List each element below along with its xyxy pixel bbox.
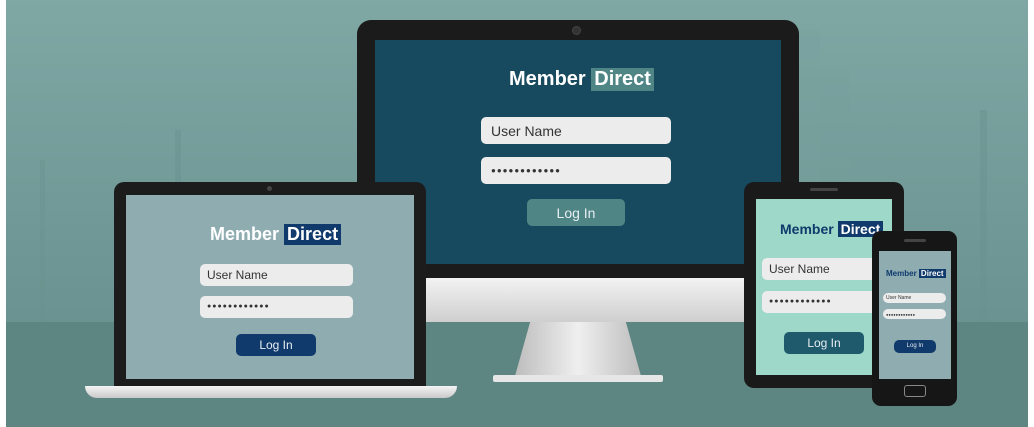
- brand-word-member: Member: [780, 221, 834, 237]
- desktop-stand-base: [493, 375, 663, 382]
- login-button[interactable]: Log In: [784, 332, 864, 354]
- tree-silhouette: [40, 160, 45, 330]
- brand-word-member: Member: [210, 224, 280, 244]
- username-placeholder: User Name: [886, 295, 912, 301]
- brand-logo: Member Direct: [210, 224, 342, 245]
- brand-logo: Member Direct: [509, 68, 654, 91]
- laptop-base: [85, 386, 457, 398]
- brand-word-member: Member: [509, 68, 586, 90]
- camera-icon: [267, 186, 272, 191]
- username-field[interactable]: User Name: [883, 293, 946, 303]
- username-placeholder: User Name: [491, 123, 562, 139]
- brand-logo: Member Direct: [780, 221, 884, 237]
- smartphone: Member Direct User Name ●●●●●●●●●●●● Log…: [872, 231, 957, 406]
- password-mask: ●●●●●●●●●●●●: [769, 298, 832, 305]
- password-field[interactable]: ●●●●●●●●●●●●: [481, 157, 671, 184]
- login-button-label: Log In: [807, 336, 841, 350]
- home-button-icon[interactable]: [904, 385, 926, 397]
- phone-screen: Member Direct User Name ●●●●●●●●●●●● Log…: [879, 251, 951, 379]
- username-placeholder: User Name: [207, 268, 268, 282]
- login-button[interactable]: Log In: [527, 199, 625, 226]
- username-field[interactable]: User Name: [481, 117, 671, 144]
- login-button[interactable]: Log In: [894, 340, 936, 353]
- laptop: Member Direct User Name ●●●●●●●●●●●● Log…: [114, 182, 426, 386]
- login-button-label: Log In: [906, 343, 924, 349]
- camera-icon: [572, 26, 581, 35]
- password-mask: ●●●●●●●●●●●●: [491, 166, 561, 175]
- desktop-stand: [515, 322, 641, 376]
- speaker-icon: [810, 188, 838, 191]
- password-mask: ●●●●●●●●●●●●: [207, 303, 270, 310]
- desktop-screen: Member Direct User Name ●●●●●●●●●●●● Log…: [375, 40, 781, 264]
- brand-logo: Member Direct: [886, 269, 946, 278]
- brand-word-member: Member: [886, 269, 917, 278]
- username-placeholder: User Name: [769, 262, 830, 276]
- login-button[interactable]: Log In: [236, 334, 316, 356]
- tree-silhouette: [980, 110, 987, 330]
- login-button-label: Log In: [556, 205, 596, 221]
- brand-word-direct: Direct: [591, 68, 654, 91]
- laptop-screen: Member Direct User Name ●●●●●●●●●●●● Log…: [126, 195, 414, 379]
- brand-word-direct: Direct: [284, 224, 342, 245]
- username-field[interactable]: User Name: [200, 264, 353, 286]
- devices-scene: Member Direct User Name ●●●●●●●●●●●● Log…: [0, 0, 1034, 427]
- brand-word-direct: Direct: [918, 269, 946, 278]
- password-field[interactable]: ●●●●●●●●●●●●: [883, 309, 946, 319]
- password-mask: ●●●●●●●●●●●●: [886, 312, 915, 317]
- login-button-label: Log In: [259, 338, 293, 352]
- speaker-icon: [904, 239, 926, 242]
- password-field[interactable]: ●●●●●●●●●●●●: [200, 296, 353, 318]
